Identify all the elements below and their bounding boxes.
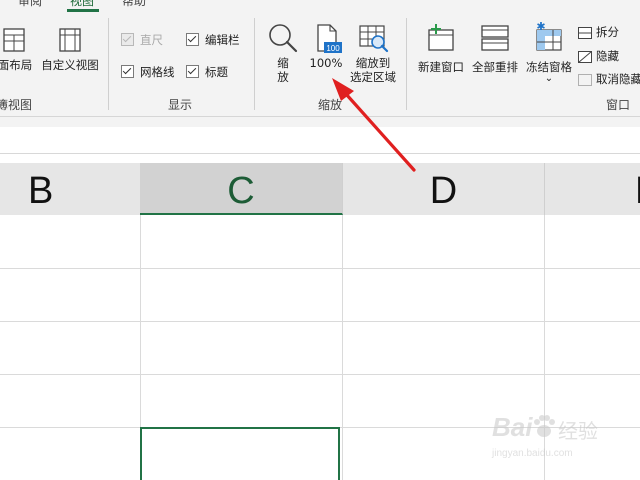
annotation-arrow xyxy=(332,78,416,172)
paw-icon xyxy=(534,415,555,437)
excel-window: 审阅 视图 帮助 面布局 自定义视图 簿视图 直尺 编辑栏 网格线 标题 显示 … xyxy=(0,0,640,480)
baidu-jingyan-watermark: Bai 经验 jingyan.baidu.com xyxy=(492,412,598,459)
